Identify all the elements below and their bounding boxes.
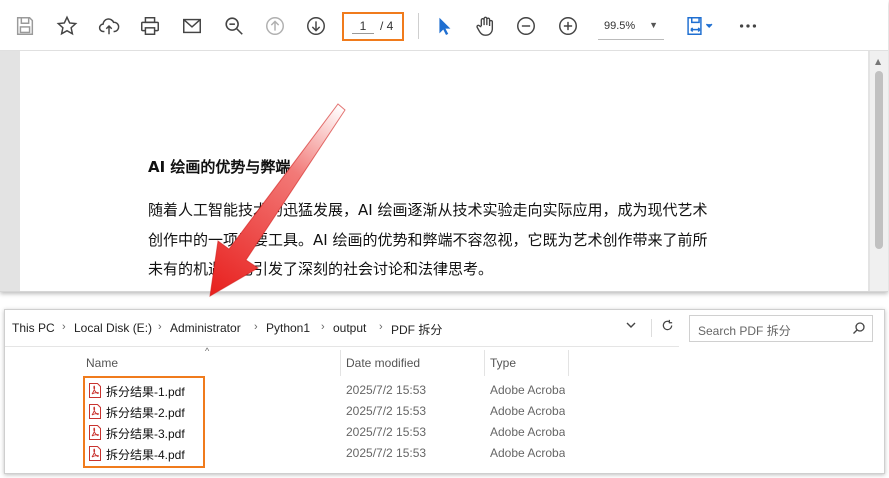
page-total: / 4 — [380, 19, 394, 33]
breadcrumb-administrator[interactable]: Administrator — [170, 321, 241, 335]
column-divider[interactable] — [340, 350, 341, 376]
search-icon[interactable] — [852, 321, 866, 335]
breadcrumb-output[interactable]: output — [333, 321, 366, 335]
plus-circle-icon[interactable] — [556, 14, 580, 38]
arrow-up-circle-icon[interactable] — [263, 14, 287, 38]
file-date: 2025/7/2 15:53 — [346, 404, 427, 418]
cursor-arrow-icon[interactable] — [432, 14, 456, 38]
file-date: 2025/7/2 15:53 — [346, 383, 427, 397]
file-name[interactable]: 拆分结果-3.pdf — [106, 425, 185, 442]
scrollbar-thumb[interactable] — [875, 71, 883, 249]
file-name[interactable]: 拆分结果-4.pdf — [106, 446, 185, 463]
toolbar-divider — [418, 13, 419, 39]
chevron-right-icon[interactable]: › — [254, 321, 258, 333]
chevron-down-icon: ▼ — [649, 20, 658, 30]
document-line: 未有的机遇，也引发了深刻的社会讨论和法律思考。 — [148, 260, 494, 278]
page-number-box[interactable]: 1 / 4 — [342, 12, 404, 41]
hand-icon[interactable] — [473, 14, 497, 38]
more-icon[interactable] — [736, 14, 760, 38]
file-explorer-window: This PC › Local Disk (E:) › Administrato… — [4, 309, 885, 474]
address-bar[interactable]: This PC › Local Disk (E:) › Administrato… — [5, 310, 679, 347]
breadcrumb-local-disk[interactable]: Local Disk (E:) — [74, 321, 152, 335]
printer-icon[interactable] — [138, 14, 162, 38]
document-heading: AI 绘画的优势与弊端 — [148, 158, 291, 176]
pdf-toolbar: 1 / 4 99.5% ▼ — [0, 0, 888, 51]
zoom-value: 99.5% — [604, 20, 636, 32]
document-line: 创作中的一项重要工具。AI 绘画的优势和弊端不容忽视，它既为艺术创作带来了前所 — [148, 231, 708, 249]
file-row[interactable]: 拆分结果-3.pdf 2025/7/2 15:53 Adobe Acrobat … — [5, 422, 575, 443]
fit-page-icon[interactable] — [683, 14, 717, 38]
vertical-scrollbar[interactable]: ▲ — [870, 51, 888, 291]
star-icon[interactable] — [55, 14, 79, 38]
zoom-dropdown[interactable]: 99.5% ▼ — [598, 17, 664, 40]
column-divider[interactable] — [568, 350, 569, 376]
column-divider[interactable] — [484, 350, 485, 376]
file-name[interactable]: 拆分结果-2.pdf — [106, 404, 185, 421]
page-number-input[interactable]: 1 — [352, 19, 374, 34]
pdf-file-icon — [89, 404, 101, 419]
file-row[interactable]: 拆分结果-2.pdf 2025/7/2 15:53 Adobe Acrobat … — [5, 401, 575, 422]
document-area — [0, 51, 888, 291]
breadcrumb-python1[interactable]: Python1 — [266, 321, 310, 335]
breadcrumb-this-pc[interactable]: This PC — [12, 321, 55, 335]
pdf-file-icon — [89, 425, 101, 440]
column-header-date[interactable]: Date modified — [346, 356, 420, 370]
file-type: Adobe Acrobat Document — [490, 425, 565, 439]
address-dropdown-icon[interactable] — [622, 319, 640, 337]
search-placeholder: Search PDF 拆分 — [698, 324, 791, 338]
chevron-right-icon[interactable]: › — [158, 321, 162, 333]
file-type: Adobe Acrobat Document — [490, 446, 565, 460]
file-name[interactable]: 拆分结果-1.pdf — [106, 383, 185, 400]
column-header-type[interactable]: Type — [490, 356, 516, 370]
document-line: 随着人工智能技术的迅猛发展，AI 绘画逐渐从技术实验走向实际应用，成为现代艺术 — [148, 201, 708, 219]
file-date: 2025/7/2 15:53 — [346, 425, 427, 439]
pdf-viewer-window: 1 / 4 99.5% ▼ ▲ AI 绘画的优势与弊端 随着人工智能技术的迅猛发… — [0, 0, 888, 292]
file-type: Adobe Acrobat Document — [490, 404, 565, 418]
file-row[interactable]: 拆分结果-4.pdf 2025/7/2 15:53 Adobe Acrobat … — [5, 443, 575, 464]
minus-circle-icon[interactable] — [514, 14, 538, 38]
chevron-right-icon[interactable]: › — [62, 321, 66, 333]
cloud-upload-icon[interactable] — [97, 14, 121, 38]
arrow-down-circle-icon[interactable] — [304, 14, 328, 38]
search-input[interactable]: Search PDF 拆分 — [689, 315, 873, 342]
file-type: Adobe Acrobat Document — [490, 383, 565, 397]
sort-ascending-icon: ^ — [205, 346, 210, 356]
zoom-search-icon[interactable] — [222, 14, 246, 38]
save-icon[interactable] — [13, 14, 37, 38]
file-date: 2025/7/2 15:53 — [346, 446, 427, 460]
pdf-file-icon — [89, 446, 101, 461]
scroll-up-icon[interactable]: ▲ — [875, 57, 881, 66]
chevron-right-icon[interactable]: › — [321, 321, 325, 333]
chevron-right-icon[interactable]: › — [379, 321, 383, 333]
breadcrumb-pdf-split[interactable]: PDF 拆分 — [391, 321, 442, 338]
column-header-name[interactable]: Name — [86, 356, 118, 370]
mail-icon[interactable] — [180, 14, 204, 38]
file-row[interactable]: 拆分结果-1.pdf 2025/7/2 15:53 Adobe Acrobat … — [5, 380, 575, 401]
pdf-file-icon — [89, 383, 101, 398]
refresh-icon[interactable] — [651, 319, 676, 337]
